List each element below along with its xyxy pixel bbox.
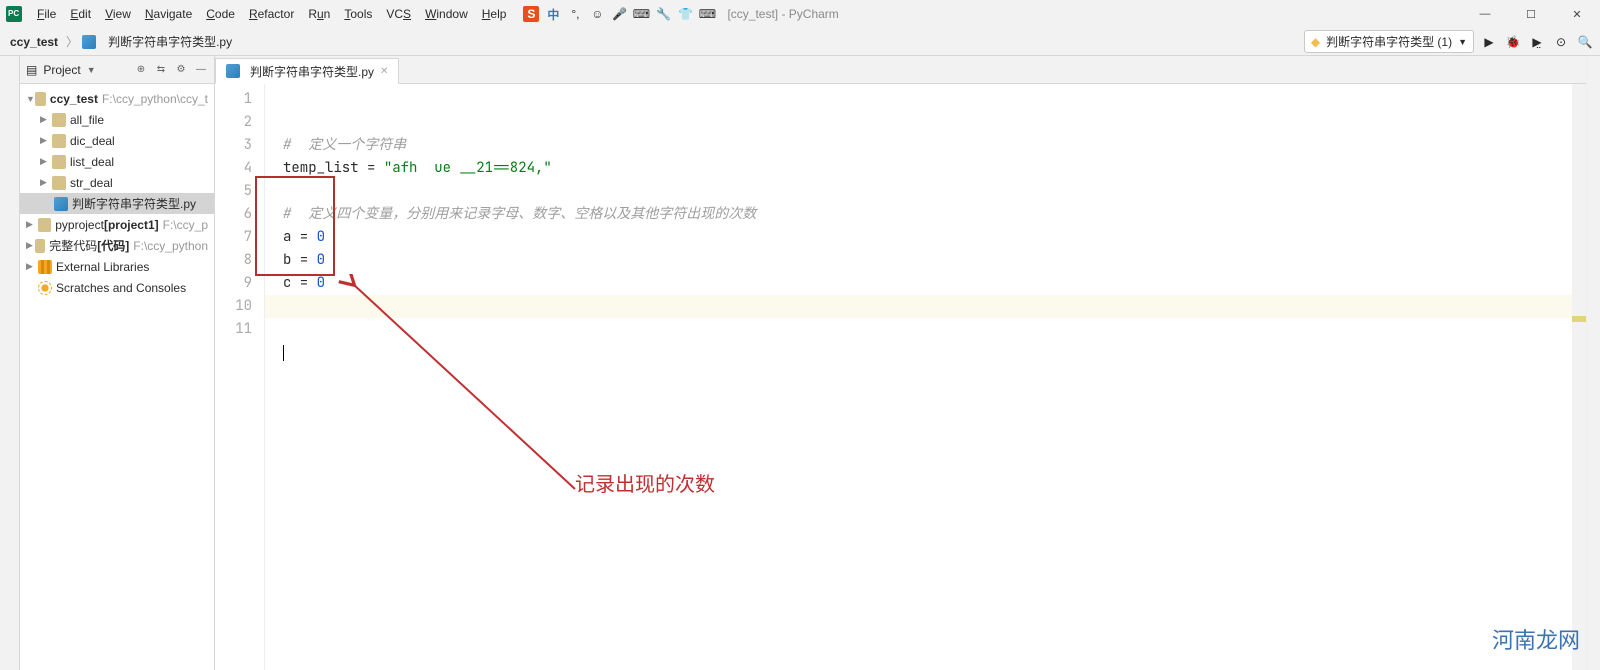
ime-tool-icon[interactable]: 🔧: [655, 6, 671, 22]
editor: 判断字符串字符类型.py ✕ 1234567891011 # 定义一个字符串 t…: [215, 56, 1586, 670]
editor-tab[interactable]: 判断字符串字符类型.py ✕: [215, 58, 399, 84]
tree-project[interactable]: ▶pyproject [project1]F:\ccy_p: [20, 214, 214, 235]
tree-project[interactable]: ▶完整代码 [代码]F:\ccy_python: [20, 235, 214, 256]
caret: [283, 345, 284, 361]
code-content[interactable]: # 定义一个字符串 temp_list = "afh ue __21==824,…: [265, 84, 1572, 670]
code-line: # 定义一个字符串: [283, 136, 406, 154]
breadcrumb-root[interactable]: ccy_test: [6, 33, 62, 51]
panel-dropdown-icon[interactable]: ▼: [87, 65, 96, 75]
current-line-highlight: [265, 295, 1572, 318]
tree-scratches[interactable]: Scratches and Consoles: [20, 277, 214, 298]
code-line: [283, 320, 291, 338]
python-file-icon: [82, 35, 96, 49]
scroll-map[interactable]: [1572, 84, 1586, 670]
code-line: a = 0: [283, 228, 325, 246]
ime-mic-icon[interactable]: 🎤: [611, 6, 627, 22]
code-line: [283, 343, 284, 361]
tree-folder[interactable]: ▶list_deal: [20, 151, 214, 172]
maximize-button[interactable]: ☐: [1508, 0, 1554, 28]
menu-view[interactable]: View: [98, 0, 138, 28]
profiler-button[interactable]: ⊙: [1552, 33, 1570, 51]
ime-mode-icon[interactable]: 中: [545, 6, 561, 22]
right-gutter: [1586, 56, 1600, 670]
tree-external-libs[interactable]: ▶External Libraries: [20, 256, 214, 277]
breadcrumb-separator: 〉: [66, 33, 78, 50]
panel-hide-icon[interactable]: —: [194, 63, 208, 77]
window-title: [ccy_test] - PyCharm: [727, 7, 838, 21]
project-panel: ▤ Project ▼ ⊕ ⇆ ⚙ — ▼ccy_testF:\ccy_pyth…: [20, 56, 215, 670]
line-gutter: 1234567891011: [215, 84, 265, 670]
run-button[interactable]: ▶: [1480, 33, 1498, 51]
breadcrumb-file[interactable]: 判断字符串字符类型.py: [104, 31, 236, 52]
tree-folder[interactable]: ▶str_deal: [20, 172, 214, 193]
run-config-selector[interactable]: ◆ 判断字符串字符类型 (1) ▼: [1304, 30, 1474, 53]
tree-root[interactable]: ▼ccy_testF:\ccy_python\ccy_t: [20, 88, 214, 109]
app-icon: [6, 6, 22, 22]
code-line: c = 0: [283, 274, 325, 292]
left-gutter[interactable]: [0, 56, 20, 670]
ime-punct-icon[interactable]: °,: [567, 6, 583, 22]
debug-button[interactable]: 🐞: [1504, 33, 1522, 51]
ime-emoji-icon[interactable]: ☺: [589, 6, 605, 22]
code-line: [283, 182, 291, 200]
code-line: # 定义四个变量，分别用来记录字母、数字、空格以及其他字符出现的次数: [283, 205, 756, 223]
ime-shirt-icon[interactable]: 👕: [677, 6, 693, 22]
annotation-text: 记录出现的次数: [575, 474, 715, 497]
tab-label: 判断字符串字符类型.py: [250, 63, 374, 80]
menu-bar: File Edit View Navigate Code Refactor Ru…: [0, 0, 1600, 28]
sogou-icon[interactable]: S: [523, 6, 539, 22]
minimize-button[interactable]: —: [1462, 0, 1508, 28]
python-file-icon: [226, 64, 240, 78]
menu-window[interactable]: Window: [418, 0, 475, 28]
menu-refactor[interactable]: Refactor: [242, 0, 301, 28]
watermark: 河南龙网: [1492, 623, 1580, 655]
panel-title[interactable]: Project: [43, 63, 80, 77]
run-config-label: 判断字符串字符类型 (1): [1326, 33, 1452, 50]
code-line: [283, 366, 291, 384]
menu-file[interactable]: File: [30, 0, 63, 28]
close-tab-icon[interactable]: ✕: [380, 66, 388, 77]
scroll-mark: [1572, 316, 1586, 322]
project-tool-icon: ▤: [26, 63, 37, 77]
panel-target-icon[interactable]: ⊕: [134, 63, 148, 77]
project-tree: ▼ccy_testF:\ccy_python\ccy_t ▶all_file ▶…: [20, 84, 214, 302]
ime-bar: S 中 °, ☺ 🎤 ⌨ 🔧 👕 ⌨: [523, 6, 715, 22]
nav-bar: ccy_test 〉 判断字符串字符类型.py ◆ 判断字符串字符类型 (1) …: [0, 28, 1600, 56]
code-line: temp_list = "afh ue __21==824,": [283, 159, 552, 177]
search-button[interactable]: 🔍: [1576, 33, 1594, 51]
panel-collapse-icon[interactable]: ⇆: [154, 63, 168, 77]
menu-code[interactable]: Code: [199, 0, 242, 28]
tree-folder[interactable]: ▶dic_deal: [20, 130, 214, 151]
coverage-button[interactable]: ▶̤: [1528, 33, 1546, 51]
menu-tools[interactable]: Tools: [337, 0, 379, 28]
panel-gear-icon[interactable]: ⚙: [174, 63, 188, 77]
tree-file-active[interactable]: 判断字符串字符类型.py: [20, 193, 214, 214]
code-line: b = 0: [283, 251, 325, 269]
menu-vcs[interactable]: VCS: [379, 0, 418, 28]
editor-tabs: 判断字符串字符类型.py ✕: [215, 56, 1586, 84]
menu-help[interactable]: Help: [475, 0, 514, 28]
tree-folder[interactable]: ▶all_file: [20, 109, 214, 130]
menu-run[interactable]: Run: [301, 0, 337, 28]
ime-keyboard-icon[interactable]: ⌨: [633, 6, 649, 22]
ime-softkey-icon[interactable]: ⌨: [699, 6, 715, 22]
menu-edit[interactable]: Edit: [63, 0, 98, 28]
dropdown-icon: ▼: [1458, 37, 1467, 47]
close-button[interactable]: ✕: [1554, 0, 1600, 28]
menu-navigate[interactable]: Navigate: [138, 0, 199, 28]
